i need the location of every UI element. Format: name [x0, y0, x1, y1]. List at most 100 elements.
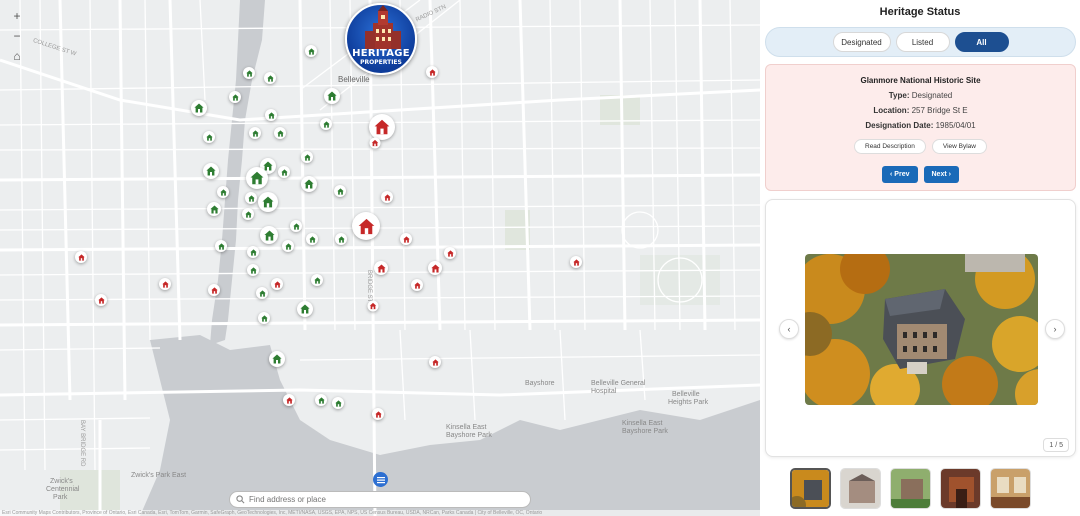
designated-property-marker[interactable]	[247, 246, 259, 258]
listed-property-marker[interactable]	[429, 356, 441, 368]
prev-site-button[interactable]: ‹ Prev	[882, 166, 918, 183]
map-basemap[interactable]	[0, 0, 760, 516]
listed-property-marker[interactable]	[374, 261, 388, 275]
designated-property-marker[interactable]	[249, 127, 261, 139]
listed-property-marker[interactable]	[426, 66, 438, 78]
thumbnail-2[interactable]	[840, 468, 881, 509]
designated-property-marker[interactable]	[246, 167, 268, 189]
next-site-button[interactable]: Next ›	[923, 166, 959, 183]
listed-property-marker[interactable]	[367, 300, 379, 312]
designated-property-marker[interactable]	[264, 72, 276, 84]
status-filter-bar: Designated Listed All	[765, 27, 1076, 57]
search-input[interactable]	[249, 495, 509, 504]
designated-property-marker[interactable]	[297, 301, 313, 317]
designated-property-marker[interactable]	[334, 185, 346, 197]
listed-property-marker[interactable]	[75, 251, 87, 263]
house-icon	[284, 242, 292, 250]
filter-all-button[interactable]: All	[954, 32, 1009, 52]
site-type-label: Type:	[888, 91, 910, 100]
house-icon	[258, 289, 266, 297]
house-icon	[263, 230, 275, 240]
listed-property-marker[interactable]	[159, 278, 171, 290]
listed-property-marker[interactable]	[208, 284, 220, 296]
map-view[interactable]: + − ⌂ Belleville Belleville General Hosp…	[0, 0, 760, 516]
thumbnail-1[interactable]	[790, 468, 831, 509]
designated-property-marker[interactable]	[311, 274, 323, 286]
designated-property-marker[interactable]	[243, 67, 255, 79]
city-label: Belleville	[338, 75, 370, 84]
listed-property-marker[interactable]	[444, 247, 456, 259]
thumbnail-5[interactable]	[990, 468, 1031, 509]
house-icon	[77, 253, 85, 261]
thumbnail-3[interactable]	[890, 468, 931, 509]
house-icon	[431, 358, 439, 366]
listed-property-marker[interactable]	[369, 114, 395, 140]
listed-property-marker[interactable]	[95, 294, 107, 306]
address-search[interactable]	[229, 491, 531, 508]
designated-property-marker[interactable]	[320, 118, 332, 130]
designated-property-marker[interactable]	[324, 88, 340, 104]
house-icon	[383, 193, 391, 201]
designated-property-marker[interactable]	[335, 233, 347, 245]
designated-property-marker[interactable]	[242, 208, 254, 220]
designated-property-marker[interactable]	[274, 127, 286, 139]
logo-line-1: HERITAGE	[352, 48, 410, 59]
designated-property-marker[interactable]	[315, 394, 327, 406]
house-icon	[307, 47, 315, 55]
designated-property-marker[interactable]	[301, 176, 317, 192]
list-view-button[interactable]	[373, 472, 388, 487]
house-icon	[317, 396, 325, 404]
thumbnail-4[interactable]	[940, 468, 981, 509]
designated-property-marker[interactable]	[282, 240, 294, 252]
zwick-centennial-label-3: Park	[53, 494, 68, 501]
designated-property-marker[interactable]	[290, 220, 302, 232]
designated-property-marker[interactable]	[265, 109, 277, 121]
designated-property-marker[interactable]	[260, 226, 278, 244]
designated-property-marker[interactable]	[191, 100, 207, 116]
site-navigation: ‹ Prev Next ›	[766, 166, 1075, 183]
filter-listed-button[interactable]: Listed	[895, 32, 950, 52]
designated-property-marker[interactable]	[306, 233, 318, 245]
designated-property-marker[interactable]	[258, 192, 278, 212]
house-icon	[285, 396, 293, 404]
listed-property-marker[interactable]	[570, 256, 582, 268]
filter-designated-button[interactable]: Designated	[832, 32, 891, 52]
designated-property-marker[interactable]	[247, 264, 259, 276]
designated-property-marker[interactable]	[215, 240, 227, 252]
designated-property-marker[interactable]	[207, 202, 221, 216]
house-icon	[376, 263, 386, 273]
house-icon	[209, 204, 219, 214]
listed-property-marker[interactable]	[271, 278, 283, 290]
listed-property-marker[interactable]	[428, 261, 442, 275]
listed-property-marker[interactable]	[400, 233, 412, 245]
site-info-card: Glanmore National Historic Site Type: De…	[765, 64, 1076, 191]
carousel-next-button[interactable]: ›	[1045, 319, 1065, 339]
house-icon	[292, 222, 300, 230]
designated-property-marker[interactable]	[332, 397, 344, 409]
designated-property-marker[interactable]	[256, 287, 268, 299]
designated-property-marker[interactable]	[278, 166, 290, 178]
listed-property-marker[interactable]	[411, 279, 423, 291]
designated-property-marker[interactable]	[305, 45, 317, 57]
listed-property-marker[interactable]	[381, 191, 393, 203]
zwick-centennial-label-1: Zwick's	[50, 478, 73, 485]
read-description-button[interactable]: Read Description	[854, 139, 926, 154]
designated-property-marker[interactable]	[245, 192, 257, 204]
designated-property-marker[interactable]	[217, 186, 229, 198]
listed-property-marker[interactable]	[369, 137, 381, 149]
listed-property-marker[interactable]	[372, 408, 384, 420]
listed-property-marker[interactable]	[283, 394, 295, 406]
listed-property-marker[interactable]	[352, 212, 380, 240]
designated-property-marker[interactable]	[258, 312, 270, 324]
carousel-prev-button[interactable]: ‹	[779, 319, 799, 339]
designated-property-marker[interactable]	[203, 163, 219, 179]
zoom-in-button[interactable]: +	[6, 6, 28, 26]
designated-property-marker[interactable]	[203, 131, 215, 143]
home-button[interactable]: ⌂	[6, 46, 28, 66]
house-icon	[273, 280, 281, 288]
zoom-out-button[interactable]: −	[6, 26, 28, 46]
view-bylaw-button[interactable]: View Bylaw	[931, 139, 987, 154]
designated-property-marker[interactable]	[229, 91, 241, 103]
designated-property-marker[interactable]	[301, 151, 313, 163]
designated-property-marker[interactable]	[269, 351, 285, 367]
